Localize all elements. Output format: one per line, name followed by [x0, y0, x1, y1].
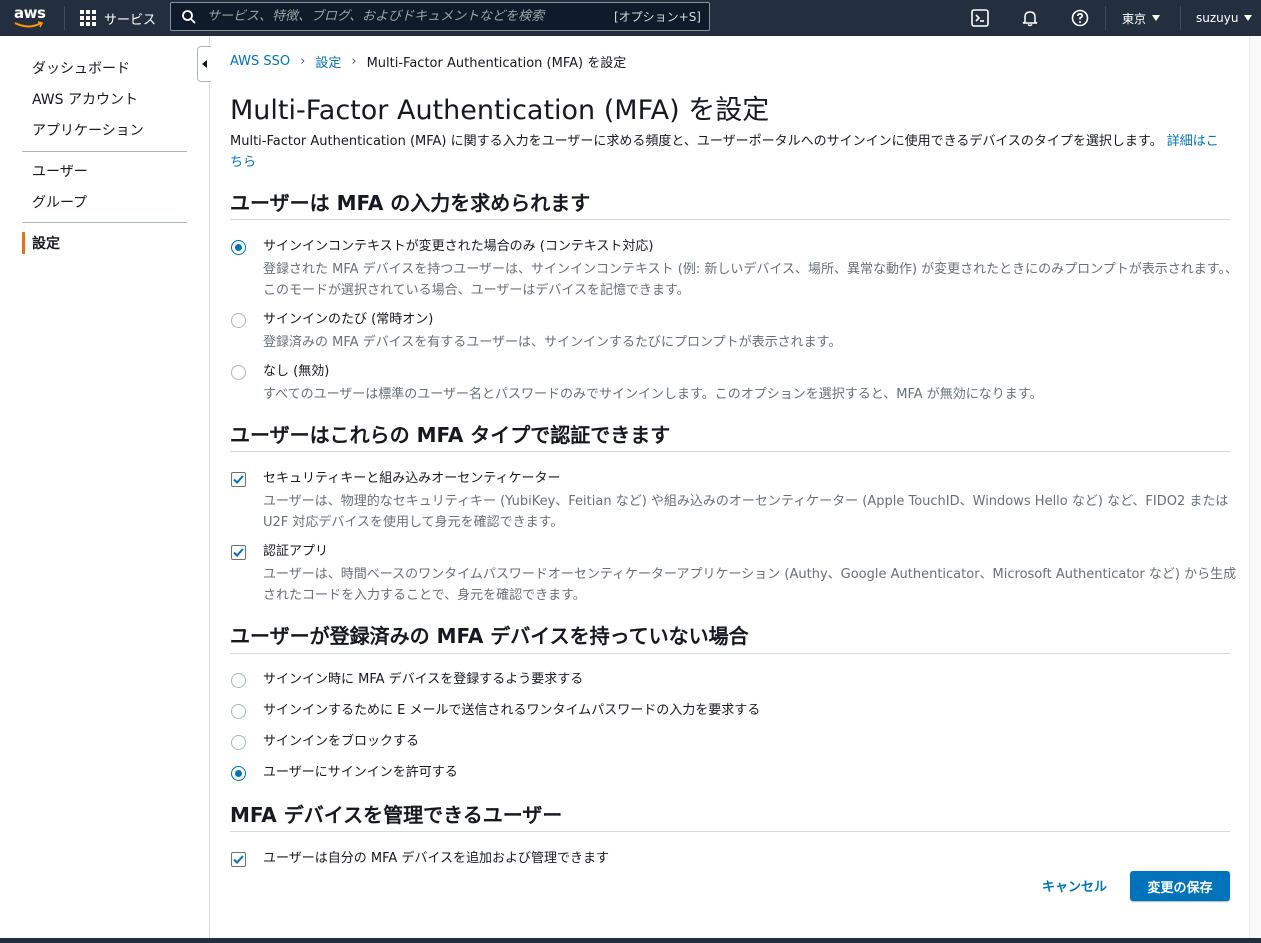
search-input[interactable]: [207, 9, 614, 24]
option-description: すべてのユーザーは標準のユーザー名とパスワードのみでサインインします。このオプシ…: [263, 387, 1043, 402]
option-label[interactable]: ユーザーは自分の MFA デバイスを追加および管理できます: [263, 850, 609, 868]
option-description: ユーザーは、物理的なセキュリティキー (YubiKey、Feitian など) …: [263, 494, 1229, 530]
option-label[interactable]: サインインをブロックする: [263, 733, 419, 751]
checkmark-icon: [233, 475, 244, 484]
breadcrumb-current: Multi-Factor Authentication (MFA) を設定: [366, 56, 627, 71]
services-label: サービス: [104, 12, 157, 28]
username-label: suzuyu: [1196, 11, 1239, 25]
sidebar-item-groups[interactable]: グループ: [32, 192, 87, 212]
aws-logo[interactable]: aws: [14, 4, 48, 32]
radio-disabled[interactable]: [231, 365, 246, 380]
breadcrumb-aws-sso[interactable]: AWS SSO: [230, 54, 290, 69]
grid-icon: [80, 10, 96, 26]
page-description-text: Multi-Factor Authentication (MFA) に関する入力…: [230, 134, 1163, 149]
section-title-manage-devices: MFA デバイスを管理できるユーザー: [230, 803, 563, 827]
bottom-footer-bar: [0, 938, 1261, 943]
option-label[interactable]: サインインするために E メールで送信されるワンタイムパスワードの入力を要求する: [263, 702, 760, 720]
nav-divider: [1180, 6, 1181, 30]
page-title: Multi-Factor Authentication (MFA) を設定: [230, 95, 770, 126]
sidebar-item-dashboard[interactable]: ダッシュボード: [32, 58, 130, 78]
radio-allow-sign-in[interactable]: [231, 766, 246, 781]
search-shortcut-hint: [オプション+S]: [613, 10, 701, 24]
checkbox-self-manage[interactable]: [231, 852, 246, 867]
region-selector[interactable]: 東京: [1122, 0, 1161, 36]
aws-smile-icon: [14, 21, 44, 28]
aws-logo-text: aws: [14, 4, 46, 22]
option-label[interactable]: なし (無効): [263, 363, 329, 381]
section-divider: [230, 219, 1230, 220]
sidebar-active-indicator: [22, 232, 25, 254]
radio-always-on[interactable]: [231, 313, 246, 328]
sidebar-navigation: ダッシュボード AWS アカウント アプリケーション ユーザー グループ 設定: [0, 36, 210, 939]
search-bar[interactable]: [オプション+S]: [170, 2, 710, 31]
section-title-mfa-types: ユーザーはこれらの MFA タイプで認証できます: [230, 423, 671, 447]
radio-email-otp[interactable]: [231, 704, 246, 719]
sidebar-divider: [22, 151, 187, 152]
search-icon: [171, 9, 207, 24]
page-scrollbar[interactable]: [1249, 36, 1261, 939]
breadcrumb-separator-icon: ›: [351, 54, 357, 69]
help-icon[interactable]: [1068, 6, 1092, 30]
sidebar-item-aws-accounts[interactable]: AWS アカウント: [32, 89, 138, 109]
caret-left-icon: [202, 60, 207, 68]
nav-divider: [1105, 6, 1106, 30]
sidebar-item-applications[interactable]: アプリケーション: [32, 120, 144, 140]
radio-require-register[interactable]: [231, 673, 246, 688]
option-label[interactable]: ユーザーにサインインを許可する: [263, 764, 458, 782]
section-divider: [230, 451, 1230, 452]
checkmark-icon: [233, 855, 244, 864]
services-menu-button[interactable]: サービス: [80, 0, 156, 36]
page-description: Multi-Factor Authentication (MFA) に関する入力…: [230, 131, 1230, 173]
account-menu[interactable]: suzuyu: [1196, 0, 1253, 36]
top-navigation-bar: aws サービス [オプション+S] 東京 suzuyu: [0, 0, 1261, 36]
cloudshell-icon[interactable]: [968, 6, 992, 30]
caret-down-icon: [1152, 15, 1161, 21]
nav-divider: [64, 6, 65, 30]
option-label[interactable]: セキュリティキーと組み込みオーセンティケーター: [263, 470, 560, 488]
cancel-button[interactable]: キャンセル: [1042, 876, 1107, 895]
option-label[interactable]: サインインのたび (常時オン): [263, 311, 433, 329]
radio-block-sign-in[interactable]: [231, 735, 246, 750]
option-description: 登録された MFA デバイスを持つユーザーは、サインインコンテキスト (例: 新…: [263, 262, 1238, 298]
option-description: 登録済みの MFA デバイスを有するユーザーは、サインインするたびにプロンプトが…: [263, 335, 842, 350]
checkmark-icon: [233, 548, 244, 557]
breadcrumb-separator-icon: ›: [300, 54, 306, 69]
section-title-no-device: ユーザーが登録済みの MFA デバイスを持っていない場合: [230, 624, 749, 648]
breadcrumb-settings[interactable]: 設定: [315, 52, 341, 71]
checkbox-security-keys[interactable]: [231, 472, 246, 487]
option-label[interactable]: サインインコンテキストが変更された場合のみ (コンテキスト対応): [263, 238, 654, 256]
option-label[interactable]: サインイン時に MFA デバイスを登録するよう要求する: [263, 671, 583, 689]
radio-context-aware[interactable]: [231, 240, 246, 255]
option-label[interactable]: 認証アプリ: [263, 543, 328, 561]
option-description: ユーザーは、時間ベースのワンタイムパスワードオーセンティケーターアプリケーション…: [263, 567, 1237, 603]
sidebar-divider: [22, 222, 187, 223]
sidebar-item-users[interactable]: ユーザー: [32, 161, 88, 181]
section-divider: [230, 653, 1230, 654]
sidebar-collapse-button[interactable]: [197, 46, 211, 82]
checkbox-authenticator-app[interactable]: [231, 545, 246, 560]
section-divider: [230, 831, 1230, 832]
sidebar-item-settings[interactable]: 設定: [32, 233, 60, 253]
save-changes-button[interactable]: 変更の保存: [1130, 871, 1230, 901]
region-label: 東京: [1122, 11, 1147, 26]
caret-down-icon: [1244, 15, 1253, 21]
notifications-bell-icon[interactable]: [1018, 6, 1042, 30]
breadcrumb: AWS SSO › 設定 › Multi-Factor Authenticati…: [230, 52, 626, 71]
section-title-mfa-prompt: ユーザーは MFA の入力を求められます: [230, 191, 591, 215]
